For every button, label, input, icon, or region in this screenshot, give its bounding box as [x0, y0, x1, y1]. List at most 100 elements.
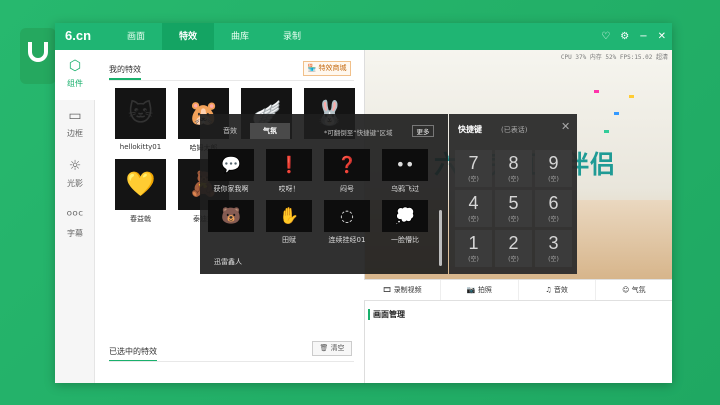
minimize-icon[interactable]: − — [639, 31, 647, 42]
hotkey-status: (已表话) — [501, 126, 528, 134]
nav-tab-picture[interactable]: 画面 — [110, 23, 162, 50]
tool-label: 音效 — [553, 286, 568, 294]
sidebar-item-subtitle[interactable]: ᵒᵒᶜ 字幕 — [55, 200, 95, 250]
effect-glyph: 💛 — [125, 170, 156, 198]
nav-tab-record[interactable]: 录制 — [266, 23, 318, 50]
mood-button[interactable]: ☺ 气氛 — [596, 280, 672, 300]
atmosphere-glyph: 🐻 — [208, 200, 254, 232]
popup-hint: *可翻倒至“快捷键”区域 — [324, 129, 393, 137]
hotkey-slot-5[interactable]: 5 (空) — [495, 190, 532, 227]
atmosphere-label: 获你家我啊 — [213, 185, 249, 193]
snapshot-button[interactable]: 📷 拍照 — [441, 280, 519, 300]
perf-stats: CPU 37% 内存 52% FPS:15.02 超清 — [560, 54, 668, 61]
desktop-logo-tile — [20, 28, 56, 84]
popup-scrollbar[interactable] — [439, 210, 442, 266]
effect-item[interactable]: 💛 春益戟 — [109, 159, 172, 224]
hotkey-slot-6[interactable]: 6 (空) — [535, 190, 572, 227]
confetti — [594, 90, 599, 93]
sidebar-item-light[interactable]: ☼ 光影 — [55, 150, 95, 200]
hotkey-panel: 快捷键 (已表话) ✕ 7 (空) 8 (空) 9 (空) 4 (空) 5 (空) 6 (空… — [449, 114, 577, 274]
atmosphere-popup: 音效 气氛 *可翻倒至“快捷键”区域 更多 💬 获你家我啊 ❗ 哎呀！ ❓ 闷号 ••… — [200, 114, 448, 274]
mood-icon: ☺ — [622, 286, 630, 294]
subtitle-icon: ᵒᵒᶜ — [66, 208, 84, 224]
nav-tab-effects[interactable]: 特效 — [162, 23, 214, 50]
hotkey-slot-7[interactable]: 7 (空) — [455, 150, 492, 187]
sidebar-item-label: 边框 — [67, 129, 83, 138]
skin-icon[interactable]: ♡ — [601, 31, 610, 42]
sidebar-item-component[interactable]: ⬡ 组件 — [55, 50, 95, 100]
hotkey-number: 3 — [548, 233, 559, 253]
atmosphere-last-label: 迅雷鑫人 — [214, 258, 242, 266]
sidebar-item-label: 字幕 — [67, 229, 83, 238]
effect-label: hellokitty01 — [119, 143, 162, 151]
hotkey-slot-9[interactable]: 9 (空) — [535, 150, 572, 187]
hotkey-slot-8[interactable]: 8 (空) — [495, 150, 532, 187]
atmosphere-label: 田赋 — [282, 236, 296, 244]
atmosphere-item[interactable]: ◌ 连续挂经01 — [324, 200, 370, 245]
tab-atmosphere[interactable]: 气氛 — [250, 123, 290, 139]
more-button[interactable]: 更多 — [412, 125, 434, 137]
hotkey-empty: (空) — [468, 216, 479, 223]
confetti — [629, 95, 634, 98]
clear-button[interactable]: 🗑 清空 — [312, 341, 352, 356]
effect-label: 春益戟 — [130, 215, 151, 223]
hotkey-empty: (空) — [548, 176, 559, 183]
sidebar-item-frame[interactable]: ▭ 边框 — [55, 100, 95, 150]
nav-tab-music[interactable]: 曲库 — [214, 23, 266, 50]
hotkey-number: 2 — [508, 233, 519, 253]
hotkey-empty: (空) — [508, 176, 519, 183]
effect-item[interactable]: 🐱 hellokitty01 — [109, 88, 172, 153]
effects-shop-button[interactable]: 🏪 特效商城 — [303, 61, 351, 76]
sound-effect-button[interactable]: ♫ 音效 — [519, 280, 596, 300]
atmosphere-item[interactable]: 💬 获你家我啊 — [208, 149, 254, 194]
atmosphere-item[interactable]: ✋ 田赋 — [266, 200, 312, 245]
atmosphere-label: 闷号 — [340, 185, 354, 193]
shop-label: 特效商城 — [318, 64, 347, 72]
atmosphere-label: 乌鸦飞过 — [391, 185, 419, 193]
atmosphere-glyph: 💭 — [382, 200, 428, 232]
record-video-button[interactable]: 🎞 录制视频 — [364, 280, 442, 300]
close-icon[interactable]: ✕ — [561, 120, 570, 133]
settings-icon[interactable]: ⚙ — [620, 31, 629, 42]
clear-label: 清空 — [330, 344, 345, 352]
hotkey-empty: (空) — [548, 256, 559, 263]
hotkey-number: 8 — [508, 153, 519, 173]
close-icon[interactable]: ✕ — [658, 31, 666, 42]
atmosphere-glyph: ◌ — [324, 200, 370, 232]
hotkey-slot-2[interactable]: 2 (空) — [495, 230, 532, 267]
component-icon: ⬡ — [68, 58, 82, 74]
hotkey-grid: 7 (空) 8 (空) 9 (空) 4 (空) 5 (空) 6 (空) 1 (空) 2 (空) … — [455, 150, 572, 267]
tool-label: 录制视频 — [393, 286, 422, 294]
hotkey-slot-3[interactable]: 3 (空) — [535, 230, 572, 267]
atmosphere-item[interactable]: 🐻 — [208, 200, 254, 245]
frame-icon: ▭ — [68, 108, 82, 124]
effect-thumbnail: 💛 — [115, 159, 166, 210]
selected-effects-title: 已选中的特效 — [109, 346, 157, 362]
hotkey-empty: (空) — [508, 256, 519, 263]
sidebar-item-label: 组件 — [67, 79, 83, 88]
atmosphere-item[interactable]: •• 乌鸦飞过 — [382, 149, 428, 194]
brand-logo: 6.cn — [65, 28, 92, 43]
atmosphere-item[interactable]: ❓ 闷号 — [324, 149, 370, 194]
sidebar-item-label: 光影 — [67, 179, 83, 188]
tool-label: 气氛 — [631, 286, 646, 294]
effect-thumbnail: 🐱 — [115, 88, 166, 139]
tab-sound[interactable]: 音效 — [210, 123, 250, 139]
hotkey-number: 4 — [468, 193, 479, 213]
popup-tabs: 音效 气氛 — [210, 123, 290, 139]
hotkey-empty: (空) — [468, 176, 479, 183]
atmosphere-grid: 💬 获你家我啊 ❗ 哎呀！ ❓ 闷号 •• 乌鸦飞过 🐻 ✋ 田赋 ◌ 连续挂经01 💭 一脸… — [208, 149, 428, 245]
atmosphere-label: 连续挂经01 — [328, 236, 366, 244]
tool-label: 拍照 — [477, 286, 492, 294]
hotkey-slot-1[interactable]: 1 (空) — [455, 230, 492, 267]
hotkey-number: 5 — [508, 193, 519, 213]
title-bar: 6.cn 画面 特效 曲库 录制 ♡ ⚙ − ✕ — [55, 23, 672, 50]
divider — [109, 80, 354, 81]
sound-icon: ♫ — [545, 286, 552, 294]
window-controls: ♡ ⚙ − ✕ — [601, 23, 666, 50]
atmosphere-item[interactable]: ❗ 哎呀！ — [266, 149, 312, 194]
logo-mark-icon — [28, 42, 48, 62]
atmosphere-label: 哎呀！ — [278, 185, 300, 193]
atmosphere-item[interactable]: 💭 一脸懵比 — [382, 200, 428, 245]
hotkey-slot-4[interactable]: 4 (空) — [455, 190, 492, 227]
